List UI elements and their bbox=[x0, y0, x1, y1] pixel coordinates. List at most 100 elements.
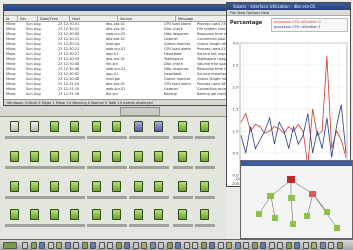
network-node[interactable] bbox=[304, 213, 310, 219]
taskbar-app-icon[interactable] bbox=[217, 242, 224, 249]
server-node-icon[interactable] bbox=[70, 151, 79, 162]
server-node-icon[interactable] bbox=[92, 121, 101, 132]
taskbar-app-icon[interactable] bbox=[22, 242, 28, 249]
server-node-icon[interactable] bbox=[200, 209, 209, 220]
taskbar-app-icon[interactable] bbox=[192, 242, 198, 249]
server-node-icon[interactable] bbox=[92, 151, 101, 162]
server-node-icon[interactable] bbox=[92, 209, 101, 220]
server-node-label bbox=[5, 224, 25, 227]
taskbar-app-icon[interactable] bbox=[209, 242, 215, 249]
taskbar-app-icon[interactable] bbox=[39, 242, 45, 249]
network-node[interactable] bbox=[256, 211, 262, 217]
log-row[interactable]: Minor Sun Aug 23 12:31:16 file-srv Backup Bac… bbox=[4, 92, 228, 97]
taskbar-app-icon[interactable] bbox=[183, 242, 190, 249]
network-node[interactable] bbox=[324, 209, 330, 215]
taskbar-app-icon[interactable] bbox=[260, 242, 266, 249]
server-node-icon[interactable] bbox=[10, 209, 19, 220]
server-node-icon[interactable] bbox=[50, 151, 59, 162]
server-node-icon[interactable] bbox=[50, 121, 59, 132]
server-node-icon[interactable] bbox=[112, 151, 121, 162]
taskbar-app-icon[interactable] bbox=[243, 242, 249, 249]
server-node-icon[interactable] bbox=[70, 181, 79, 192]
server-node-icon[interactable] bbox=[50, 209, 59, 220]
network-node[interactable] bbox=[288, 195, 295, 201]
taskbar-app-icon[interactable] bbox=[107, 242, 113, 249]
server-node-icon[interactable] bbox=[70, 121, 79, 132]
server-node-icon[interactable] bbox=[112, 181, 121, 192]
network-node[interactable] bbox=[334, 225, 340, 231]
server-node-icon[interactable] bbox=[134, 121, 143, 132]
taskbar-app-icon[interactable] bbox=[166, 242, 173, 249]
taskbar-app-icon[interactable] bbox=[81, 242, 88, 249]
server-node-icon[interactable] bbox=[10, 181, 19, 192]
taskbar-app-icon[interactable] bbox=[149, 242, 156, 249]
network-node[interactable] bbox=[309, 191, 316, 197]
taskbar-app-icon[interactable] bbox=[47, 242, 54, 249]
server-node-icon[interactable] bbox=[154, 121, 163, 132]
server-node-icon[interactable] bbox=[30, 121, 39, 132]
taskbar-app-icon[interactable] bbox=[141, 242, 147, 249]
server-node-icon[interactable] bbox=[112, 121, 121, 132]
col-header-source[interactable]: Source bbox=[118, 16, 176, 21]
server-node-icon[interactable] bbox=[10, 151, 19, 162]
taskbar-app-icon[interactable] bbox=[251, 242, 258, 249]
network-node[interactable] bbox=[290, 221, 296, 227]
taskbar-app-icon[interactable] bbox=[226, 242, 232, 249]
server-node-icon[interactable] bbox=[50, 181, 59, 192]
server-node-icon[interactable] bbox=[178, 121, 187, 132]
taskbar-app-icon[interactable] bbox=[328, 242, 334, 249]
taskbar-app-icon[interactable] bbox=[200, 242, 207, 249]
taskbar-app-icon[interactable] bbox=[132, 242, 139, 249]
server-node-icon[interactable] bbox=[154, 209, 163, 220]
server-node-icon[interactable] bbox=[134, 209, 143, 220]
map-toolbar-handle[interactable] bbox=[120, 107, 160, 116]
col-header-datetime[interactable]: Date/Time bbox=[38, 16, 70, 21]
col-header-severity[interactable]: Sev bbox=[18, 16, 38, 21]
server-node-icon[interactable] bbox=[10, 121, 19, 132]
col-header-host[interactable]: Host bbox=[70, 16, 118, 21]
network-node[interactable] bbox=[267, 193, 274, 199]
server-node-icon[interactable] bbox=[112, 209, 121, 220]
taskbar-app-icon[interactable] bbox=[302, 242, 309, 249]
server-node-icon[interactable] bbox=[178, 209, 187, 220]
server-node-icon[interactable] bbox=[200, 121, 209, 132]
server-node-icon[interactable] bbox=[178, 151, 187, 162]
taskbar-app-icon[interactable] bbox=[234, 242, 241, 249]
taskbar-app-icon[interactable] bbox=[277, 242, 283, 249]
server-node-icon[interactable] bbox=[30, 151, 39, 162]
taskbar-app-icon[interactable] bbox=[311, 242, 317, 249]
taskbar-app-icon[interactable] bbox=[30, 242, 37, 249]
col-header-message[interactable]: Message bbox=[176, 16, 228, 21]
taskbar-app-icon[interactable] bbox=[73, 242, 79, 249]
taskbar-app-icon[interactable] bbox=[124, 242, 130, 249]
server-node-icon[interactable] bbox=[30, 209, 39, 220]
taskbar-app-icon[interactable] bbox=[268, 242, 275, 249]
server-node-icon[interactable] bbox=[30, 181, 39, 192]
taskbar-app-icon[interactable] bbox=[115, 242, 122, 249]
server-node-icon[interactable] bbox=[70, 209, 79, 220]
server-node-icon[interactable] bbox=[134, 151, 143, 162]
taskbar-app-icon[interactable] bbox=[336, 242, 343, 249]
taskbar-app-icon[interactable] bbox=[98, 242, 105, 249]
server-node-icon[interactable] bbox=[154, 151, 163, 162]
network-root-node[interactable] bbox=[287, 176, 295, 183]
start-button-icon[interactable] bbox=[3, 242, 17, 249]
server-node-label bbox=[195, 224, 215, 227]
log-cell: Backup bbox=[164, 92, 177, 96]
server-node-icon[interactable] bbox=[92, 181, 101, 192]
taskbar-app-icon[interactable] bbox=[294, 242, 300, 249]
server-node-icon[interactable] bbox=[178, 181, 187, 192]
taskbar-app-icon[interactable] bbox=[90, 242, 96, 249]
taskbar-app-icon[interactable] bbox=[319, 242, 326, 249]
server-node-icon[interactable] bbox=[200, 151, 209, 162]
taskbar-app-icon[interactable] bbox=[285, 242, 292, 249]
taskbar-app-icon[interactable] bbox=[175, 242, 181, 249]
server-node-icon[interactable] bbox=[134, 181, 143, 192]
taskbar-app-icon[interactable] bbox=[64, 242, 71, 249]
server-node-icon[interactable] bbox=[154, 181, 163, 192]
taskbar-app-icon[interactable] bbox=[56, 242, 62, 249]
col-header-id[interactable]: Id bbox=[4, 16, 18, 21]
taskbar-app-icon[interactable] bbox=[158, 242, 164, 249]
network-node[interactable] bbox=[272, 215, 278, 221]
server-node-icon[interactable] bbox=[200, 181, 209, 192]
